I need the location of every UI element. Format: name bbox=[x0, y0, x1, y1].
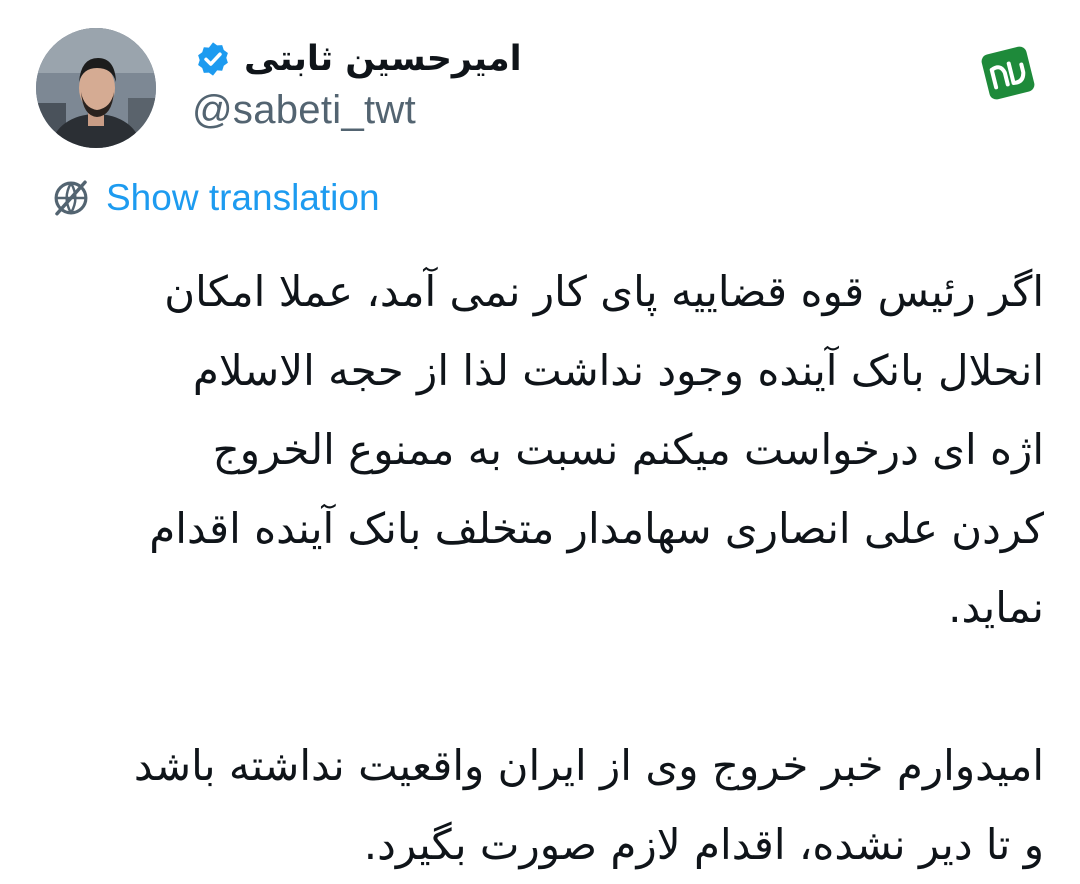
tweet-text: اگر رئیس قوه قضاییه پای کار نمی آمد، عمل… bbox=[59, 252, 1044, 884]
translate-globe-icon bbox=[50, 177, 92, 219]
author-display-name[interactable]: امیرحسین ثابتی bbox=[244, 39, 522, 79]
avatar[interactable] bbox=[36, 28, 156, 148]
author-name-row: امیرحسین ثابتی bbox=[194, 30, 522, 88]
verified-badge-icon bbox=[194, 40, 232, 78]
tweet-paragraph: امیدوارم خبر خروج وی از ایران واقعیت ندا… bbox=[133, 741, 1044, 869]
show-translation-link[interactable]: Show translation bbox=[106, 177, 380, 219]
source-logo bbox=[975, 40, 1041, 106]
author-handle[interactable]: @sabeti_twt bbox=[192, 88, 416, 133]
tweet-paragraph: اگر رئیس قوه قضاییه پای کار نمی آمد، عمل… bbox=[149, 267, 1044, 632]
show-translation-row[interactable]: Show translation bbox=[50, 174, 380, 222]
